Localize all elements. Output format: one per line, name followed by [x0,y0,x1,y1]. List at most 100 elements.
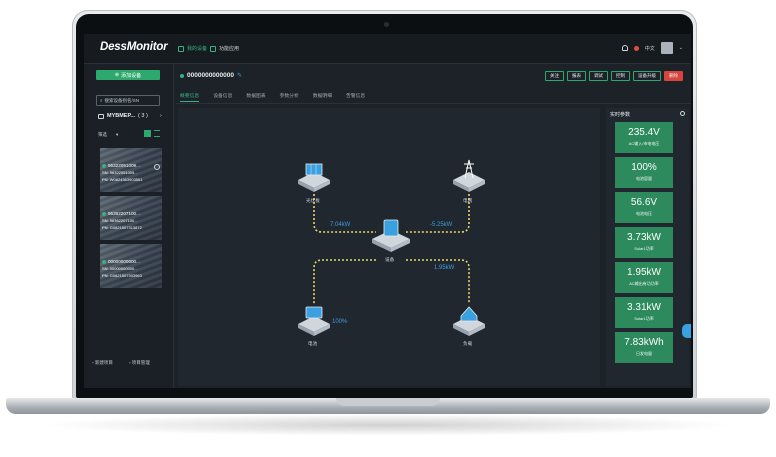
metric-value: 3.31kW [627,302,661,313]
caret-down-icon: ▾ [116,132,119,137]
device-sn: SN: 00000000000... [102,266,138,271]
bell-icon[interactable] [621,45,628,51]
report-button[interactable]: 报表 [567,71,586,81]
device-name: 00000000000... [108,259,140,264]
flow-line-battery [313,259,376,304]
tab-bar: 概要信息 设备信息 数据图表 参数分析 数据明细 告警信息 [180,92,365,102]
delete-button[interactable]: 删除 [664,71,683,81]
avatar[interactable] [660,42,673,54]
tab-alarm-info[interactable]: 告警信息 [346,92,365,102]
plus-icon: ⊕ [114,72,120,78]
nav-functions[interactable]: 功能应用 [210,45,239,52]
filter-select[interactable]: 筛选 ▾ [98,132,118,138]
inverter-icon [372,219,410,252]
tab-data-chart[interactable]: 数据图表 [246,92,265,102]
online-status-icon [102,211,106,216]
sidebar-footer: ▫ 新建项目 ▫ 项目管理 [92,360,150,366]
laptop-frame: DessMonitor 我的设备 功能应用 中文 ⌄ ⊕ 添加设备 ⌕ 搜索设备… [0,0,776,457]
load-power-value: 1.95kW [434,265,455,271]
device-title-text: 0000000000000 [187,72,234,79]
tab-device-info[interactable]: 设备信息 [213,92,232,102]
camera-icon [384,22,389,27]
add-device-button[interactable]: ⊕ 添加设备 [96,70,160,80]
upgrade-button[interactable]: 设备升级 [633,71,661,81]
realtime-title: 实时参数 [610,112,631,118]
device-label: 设备 [385,257,395,262]
nav-my-devices[interactable]: 我的设备 [178,45,207,52]
edit-icon[interactable]: ✎ [237,72,242,79]
device-icon [178,45,184,52]
device-card[interactable]: 96362207100... SN: 96362207100... PN: G0… [100,196,162,240]
app-logo[interactable]: DessMonitor [100,41,168,53]
new-project-link[interactable]: ▫ 新建项目 [92,360,113,366]
pv-label: 光伏板 [306,198,320,203]
metric-label: 电池电压 [636,211,652,216]
chevron-down-icon[interactable]: ⌄ [679,45,683,51]
grid-view-icon[interactable] [144,130,151,137]
grid-tower-icon [453,159,485,192]
energy-flow-diagram [298,159,485,336]
realtime-panel: 实时参数 235.4V AC输入/市电电压 100% 电池容量 56.6V 电池… [606,108,689,386]
follow-button[interactable]: 关注 [545,71,564,81]
debug-button[interactable]: 调试 [589,71,608,81]
group-name: MYBMEP... [107,113,136,119]
control-button[interactable]: 控制 [611,71,630,81]
metric-value: 100% [631,162,657,173]
battery-label: 电池 [308,341,318,346]
nav-label: 我的设备 [187,46,208,52]
metric-label: AC输出有功功率 [629,281,659,286]
language-select[interactable]: 中文 [645,45,655,52]
filter-label: 筛选 [98,132,107,137]
home-load-icon [453,306,485,336]
chevron-right-icon[interactable]: › [160,113,162,119]
device-pn: PN: G0821507303963 [102,273,142,278]
top-bar: DessMonitor 我的设备 功能应用 中文 ⌄ [84,34,691,64]
device-info: 96322051009... SN: 96322051009... PN: W0… [102,162,142,183]
search-input[interactable]: ⌕ 搜索设备别名/SN [96,95,160,106]
main-panel: 0000000000000 ✎ 关注 报表 调试 控制 设备升级 删除 概要信息… [176,64,691,388]
add-device-label: 添加设备 [121,72,142,79]
list-view-icon[interactable] [154,130,160,137]
folder-icon [98,113,104,119]
metric-card: 1.95kW AC输出有功功率 [615,262,673,293]
tab-overview[interactable]: 概要信息 [180,92,200,102]
metric-label: 日发电量 [636,351,652,356]
search-icon: ⌕ [100,98,103,103]
device-pn: PN: G0821507313872 [102,225,142,230]
metric-value: 7.83kWh [624,337,664,348]
device-name: 96362207100... [108,211,140,216]
device-name: 96322051009... [108,163,140,168]
metric-card: 235.4V AC输入/市电电压 [615,122,673,153]
metric-label: AC输入/市电电压 [628,141,660,146]
settings-icon[interactable] [154,164,160,170]
top-right-tools: 中文 ⌄ [621,42,683,54]
side-drawer-tab[interactable] [682,324,691,338]
settings-icon[interactable] [680,111,685,116]
nav-label: 功能应用 [219,46,240,52]
load-label: 负载 [463,341,473,346]
language-flag-icon [633,45,639,51]
pv-power-value: 7.04kW [330,222,351,228]
energy-flow-panel: 光伏板 电网 设备 电池 负载 7.04kW -5.25kW 1.95kW 10… [178,108,600,386]
metric-value: 1.95kW [627,267,661,278]
device-card[interactable]: 00000000000... SN: 00000000000... PN: G0… [100,244,162,288]
tab-data-detail[interactable]: 数据明细 [313,92,332,102]
metric-card: 3.31kW Solar1功率 [615,297,673,328]
laptop-shadow [40,414,736,436]
action-bar: 关注 报表 调试 控制 设备升级 删除 [545,71,683,81]
search-placeholder: 搜索设备别名/SN [104,97,140,103]
device-card[interactable]: 96322051009... SN: 96322051009... PN: W0… [100,148,162,192]
metric-card: 3.73kW Solar1功率 [615,227,673,258]
device-pn: PN: W0824363903551 [102,177,143,182]
grid-label: 电网 [463,198,473,203]
metric-value: 56.6V [630,197,658,208]
metric-label: Solar1功率 [634,316,654,321]
device-group[interactable]: MYBMEP... ( 3 ) › [98,113,162,119]
project-manage-link[interactable]: ▫ 项目管理 [129,360,150,366]
metric-label: Solar1功率 [634,246,654,251]
metric-value: 235.4V [628,127,660,138]
laptop-notch [336,398,440,406]
tab-param-analysis[interactable]: 参数分析 [280,92,299,102]
online-status-icon [180,73,184,78]
metric-card: 100% 电池容量 [615,157,673,188]
